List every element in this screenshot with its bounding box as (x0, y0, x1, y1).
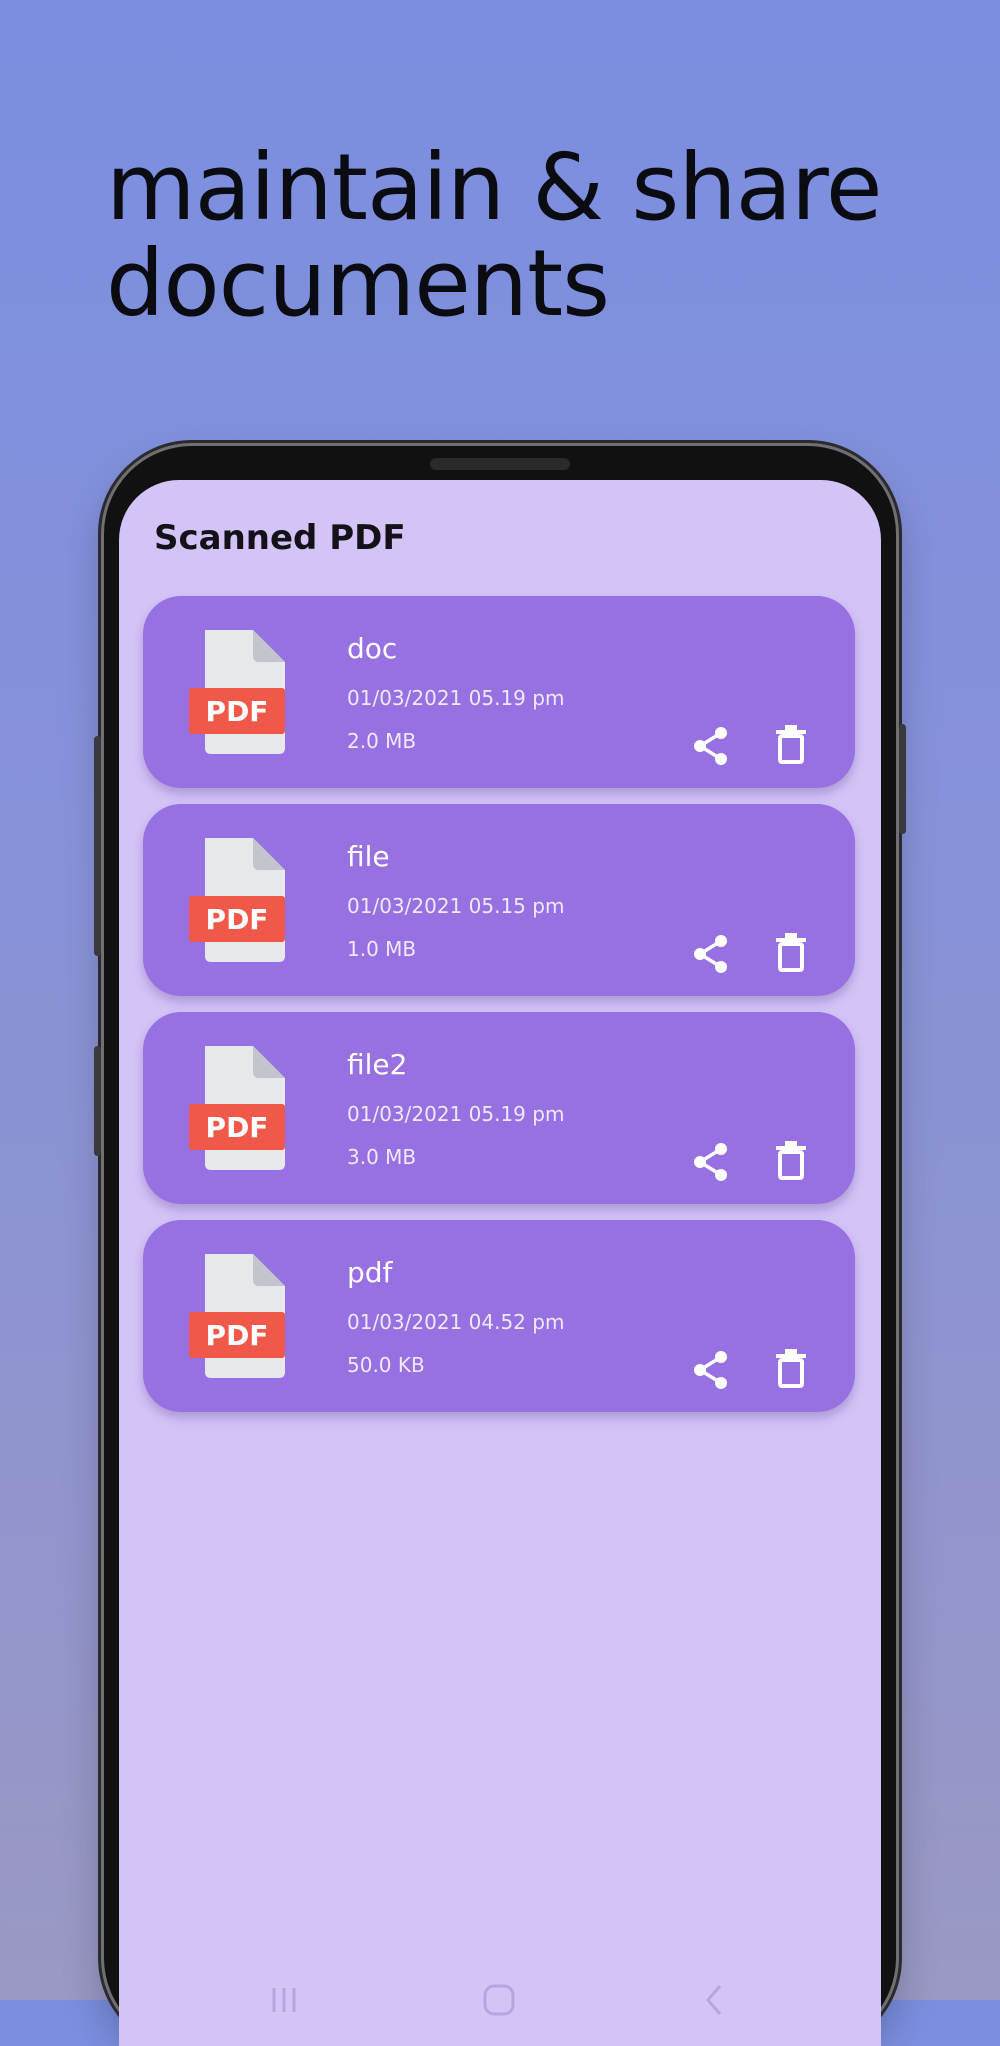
share-icon[interactable] (691, 726, 731, 766)
file-size: 2.0 MB (347, 729, 417, 753)
system-nav-bar (119, 1956, 881, 2046)
volume-button (94, 736, 101, 956)
app-title: Scanned PDF (154, 518, 406, 558)
svg-text:PDF: PDF (206, 1319, 269, 1352)
phone-frame: Scanned PDF PDF doc 01/03/2021 05.19 pm … (94, 446, 906, 2046)
back-icon[interactable] (684, 1978, 744, 2022)
file-date: 01/03/2021 05.19 pm (347, 686, 565, 710)
pdf-file-icon: PDF (189, 1254, 285, 1378)
file-date: 01/03/2021 05.15 pm (347, 894, 565, 918)
promo-headline: maintain & share documents (106, 134, 882, 337)
file-card[interactable]: PDF file 01/03/2021 05.15 pm 1.0 MB (143, 804, 855, 996)
power-button (899, 724, 906, 834)
file-card[interactable]: PDF doc 01/03/2021 05.19 pm 2.0 MB (143, 596, 855, 788)
trash-icon[interactable] (773, 1348, 809, 1388)
file-name: doc (347, 632, 398, 665)
phone-screen: Scanned PDF PDF doc 01/03/2021 05.19 pm … (119, 480, 881, 2046)
pdf-file-icon: PDF (189, 1046, 285, 1170)
trash-icon[interactable] (773, 932, 809, 972)
file-name: file2 (347, 1048, 408, 1081)
file-size: 1.0 MB (347, 937, 417, 961)
file-date: 01/03/2021 05.19 pm (347, 1102, 565, 1126)
pdf-file-icon: PDF (189, 630, 285, 754)
recent-apps-icon[interactable] (254, 1978, 314, 2022)
trash-icon[interactable] (773, 724, 809, 764)
pdf-file-icon: PDF (189, 838, 285, 962)
file-card[interactable]: PDF file2 01/03/2021 05.19 pm 3.0 MB (143, 1012, 855, 1204)
trash-icon[interactable] (773, 1140, 809, 1180)
share-icon[interactable] (691, 934, 731, 974)
svg-text:PDF: PDF (206, 695, 269, 728)
file-size: 3.0 MB (347, 1145, 417, 1169)
bixby-button (94, 1046, 101, 1156)
file-name: file (347, 840, 390, 873)
svg-text:PDF: PDF (206, 1111, 269, 1144)
file-date: 01/03/2021 04.52 pm (347, 1310, 565, 1334)
svg-text:PDF: PDF (206, 903, 269, 936)
file-card[interactable]: PDF pdf 01/03/2021 04.52 pm 50.0 KB (143, 1220, 855, 1412)
share-icon[interactable] (691, 1350, 731, 1390)
file-name: pdf (347, 1256, 393, 1289)
earpiece-speaker (430, 458, 570, 470)
share-icon[interactable] (691, 1142, 731, 1182)
home-icon[interactable] (469, 1978, 529, 2022)
file-list: PDF doc 01/03/2021 05.19 pm 2.0 MB PDF f… (143, 596, 855, 1428)
file-size: 50.0 KB (347, 1353, 425, 1377)
